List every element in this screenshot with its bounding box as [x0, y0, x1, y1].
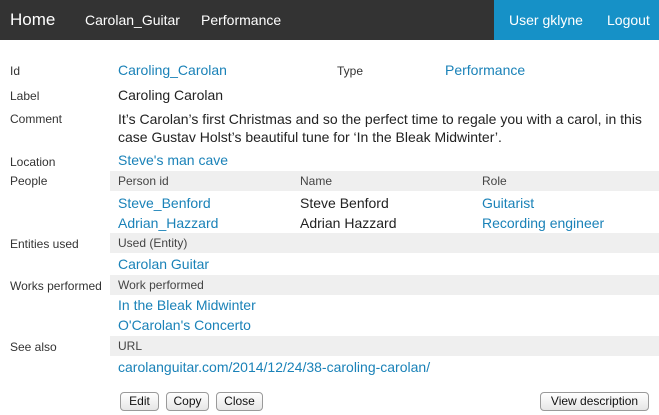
person-id-link[interactable]: Adrian_Hazzard [118, 215, 218, 231]
entity-link[interactable]: Carolan Guitar [118, 256, 209, 272]
person-name: Adrian Hazzard [300, 215, 397, 231]
location-link[interactable]: Steve's man cave [118, 152, 228, 168]
works-col-header: Work performed [118, 278, 204, 292]
see-also-table-header: URL [110, 336, 659, 356]
user-link[interactable]: User gklyne [509, 0, 583, 40]
home-link[interactable]: Home [10, 0, 55, 40]
entities-col-header: Used (Entity) [118, 236, 188, 250]
see-also-col-header: URL [118, 339, 143, 353]
location-label: Location [10, 155, 56, 169]
works-performed-label: Works performed [10, 279, 102, 293]
id-value-link[interactable]: Caroling_Carolan [118, 62, 227, 78]
comment-label: Comment [10, 112, 63, 126]
people-table-header: Person id Name Role [110, 171, 659, 191]
type-link[interactable]: Performance [201, 0, 281, 40]
user-menu: User gklyne Logout [494, 0, 659, 40]
person-id-link[interactable]: Steve_Benford [118, 195, 211, 211]
people-col-role: Role [482, 174, 507, 188]
label-value: Caroling Carolan [118, 87, 224, 103]
works-table-header: Work performed [110, 275, 659, 295]
id-label: Id [10, 64, 21, 78]
entities-used-label: Entities used [10, 237, 79, 251]
see-also-label: See also [10, 340, 57, 354]
copy-button[interactable]: Copy [166, 392, 209, 411]
logout-link[interactable]: Logout [607, 0, 650, 40]
work-link[interactable]: O'Carolan's Concerto [118, 317, 251, 333]
type-label: Type [337, 64, 364, 78]
label-label: Label [10, 89, 40, 103]
type-value-link[interactable]: Performance [445, 62, 525, 78]
people-label: People [10, 174, 48, 188]
work-link[interactable]: In the Bleak Midwinter [118, 297, 256, 313]
people-col-person-id: Person id [118, 174, 169, 188]
close-button[interactable]: Close [216, 392, 263, 411]
view-description-button[interactable]: View description [540, 392, 649, 411]
see-also-url-link[interactable]: carolanguitar.com/2014/12/24/38-caroling… [118, 359, 430, 375]
comment-value: It’s Carolan’s first Christmas and so th… [118, 111, 642, 145]
person-role-link[interactable]: Guitarist [482, 195, 534, 211]
collection-link[interactable]: Carolan_Guitar [85, 0, 180, 40]
person-role-link[interactable]: Recording engineer [482, 215, 604, 231]
edit-button[interactable]: Edit [120, 392, 159, 411]
entities-table-header: Used (Entity) [110, 233, 659, 253]
people-col-name: Name [300, 174, 333, 188]
top-nav-bar: Home Carolan_Guitar Performance User gkl… [0, 0, 659, 40]
person-name: Steve Benford [300, 195, 389, 211]
